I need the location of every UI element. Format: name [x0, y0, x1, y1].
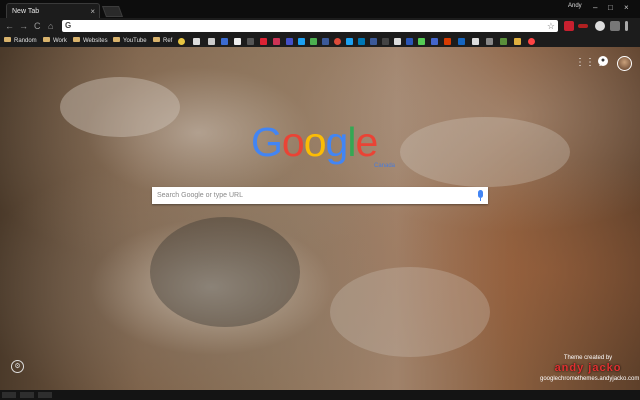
logo-letter: o: [281, 119, 305, 165]
bookmark-favicon[interactable]: [334, 38, 341, 45]
settings-icon[interactable]: ⚙: [11, 360, 24, 373]
folder-icon: [73, 36, 80, 42]
adblock-extension-icon[interactable]: [564, 21, 574, 31]
new-tab-button[interactable]: [101, 6, 124, 17]
reload-icon[interactable]: C: [34, 21, 41, 31]
bookmark-folder-random[interactable]: Random: [4, 35, 37, 47]
profile-name[interactable]: Andy: [568, 3, 582, 9]
bookmark-favicon[interactable]: [500, 38, 507, 45]
bookmark-favicon[interactable]: [431, 38, 438, 45]
credit-author-logo[interactable]: andy jacko: [540, 362, 636, 375]
bookmark-folder-work[interactable]: Work: [43, 35, 67, 47]
maximize-icon[interactable]: □: [608, 3, 613, 12]
folder-icon: [153, 36, 160, 42]
folder-icon: [4, 36, 11, 42]
menu-icon[interactable]: [625, 21, 628, 31]
google-logo: Google: [251, 119, 378, 165]
tab-close-icon[interactable]: ×: [90, 4, 95, 19]
extension-icon[interactable]: [578, 24, 588, 28]
logo-letter: e: [355, 119, 378, 165]
taskbar-item[interactable]: [20, 392, 34, 398]
logo-letter: G: [251, 119, 283, 165]
microphone-icon[interactable]: [478, 190, 483, 201]
tab-new-tab[interactable]: New Tab ×: [6, 3, 100, 18]
account-avatar[interactable]: [617, 56, 632, 71]
bookmark-favicon[interactable]: [322, 38, 329, 45]
bookmark-favicon[interactable]: [444, 38, 451, 45]
notifications-icon[interactable]: ●: [598, 56, 608, 66]
bookmark-favicon[interactable]: [418, 38, 425, 45]
bookmark-folder-websites[interactable]: Websites: [73, 35, 108, 47]
extension-icon[interactable]: [610, 21, 620, 31]
theme-credit: Theme created by andy jacko googlechrome…: [540, 354, 639, 383]
bookmark-favicon[interactable]: [358, 38, 365, 45]
back-icon[interactable]: ←: [5, 21, 14, 31]
bookmark-favicon[interactable]: [221, 38, 228, 45]
extension-icon[interactable]: [595, 21, 605, 31]
credit-line: Theme created by: [563, 355, 613, 361]
bookmark-favicon[interactable]: [394, 38, 401, 45]
bookmark-favicon[interactable]: [234, 38, 241, 45]
bookmark-favicon[interactable]: [273, 38, 280, 45]
bookmark-favicon[interactable]: [346, 38, 353, 45]
logo-region-label: Canada: [374, 163, 396, 169]
window-close-icon[interactable]: ×: [624, 3, 629, 12]
forward-icon[interactable]: →: [19, 21, 28, 31]
bookmark-favicon[interactable]: [260, 38, 267, 45]
bookmark-favicon[interactable]: [514, 38, 521, 45]
bookmark-favicon[interactable]: [286, 38, 293, 45]
logo-letter: g: [325, 119, 349, 165]
wallpaper-texture: [150, 217, 300, 327]
bookmark-favicon[interactable]: [178, 38, 185, 45]
bookmark-favicon[interactable]: [370, 38, 377, 45]
taskbar: [0, 390, 640, 400]
folder-icon: [43, 36, 50, 42]
title-bar: New Tab × Andy – □ ×: [0, 0, 640, 18]
folder-icon: [113, 36, 120, 42]
bookmark-favicon[interactable]: [247, 38, 254, 45]
bookmark-favicon[interactable]: [382, 38, 389, 45]
bookmark-favicon[interactable]: [528, 38, 535, 45]
bookmark-favicon[interactable]: [486, 38, 493, 45]
minimize-icon[interactable]: –: [593, 3, 597, 12]
taskbar-item[interactable]: [38, 392, 52, 398]
wallpaper-texture: [60, 77, 180, 137]
wallpaper-texture: [330, 267, 490, 357]
tab-title: New Tab: [12, 8, 40, 15]
home-icon[interactable]: ⌂: [48, 21, 53, 31]
toolbar: ← → C ⌂ G ☆: [0, 18, 640, 35]
bookmark-favicon[interactable]: [472, 38, 479, 45]
bookmark-favicon[interactable]: [458, 38, 465, 45]
search-input[interactable]: Search Google or type URL: [152, 187, 488, 204]
logo-letter: l: [347, 119, 356, 165]
address-bar[interactable]: G ☆: [62, 20, 558, 32]
bookmark-folder-youtube[interactable]: YouTube: [113, 35, 147, 47]
bookmarks-bar: Random Work Websites YouTube Ref: [0, 35, 640, 47]
bookmark-folder-ref[interactable]: Ref: [153, 35, 172, 47]
credit-url[interactable]: googlechromethemes.andyjacko.com: [540, 375, 639, 383]
new-tab-page: ⋮⋮⋮ ● Google Canada Search Google or typ…: [0, 47, 640, 390]
bookmark-favicon[interactable]: [406, 38, 413, 45]
taskbar-item[interactable]: [2, 392, 16, 398]
bookmark-favicon[interactable]: [298, 38, 305, 45]
bookmark-star-icon[interactable]: ☆: [547, 20, 555, 32]
logo-letter: o: [303, 119, 327, 165]
bookmark-favicon[interactable]: [208, 38, 215, 45]
bookmark-favicon[interactable]: [310, 38, 317, 45]
search-placeholder: Search Google or type URL: [157, 192, 243, 199]
bookmark-favicon[interactable]: [193, 38, 200, 45]
google-g-icon: G: [65, 21, 72, 30]
wallpaper-texture: [400, 117, 570, 187]
